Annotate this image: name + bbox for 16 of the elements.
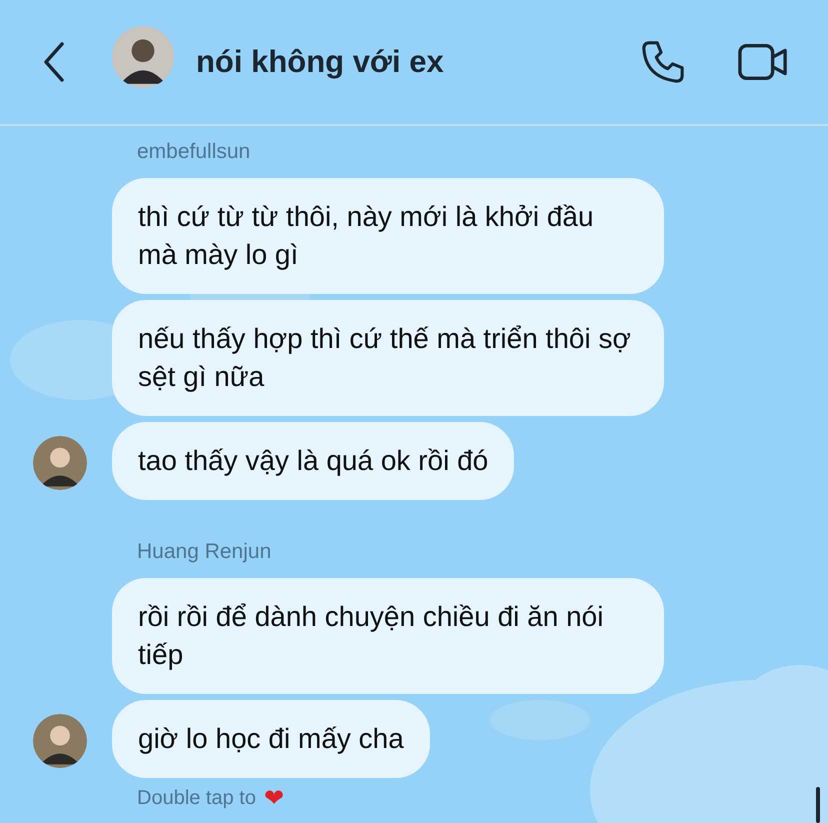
video-camera-icon[interactable] — [738, 42, 788, 82]
sender-name: embefullsun — [137, 140, 252, 164]
avatar — [33, 714, 87, 768]
avatar — [112, 26, 174, 88]
message-bubble[interactable]: thì cứ từ từ thôi, này mới là khởi đầu mà mày lo gì — [112, 178, 664, 294]
message-bubble[interactable]: rồi rồi để dành chuyện chiều đi ăn nói tiếp — [112, 578, 664, 694]
avatar — [33, 436, 87, 490]
phone-icon[interactable] — [640, 39, 686, 85]
back-icon[interactable] — [42, 42, 66, 82]
scrollbar — [816, 787, 820, 823]
message-bubble[interactable]: nếu thấy hợp thì cứ thế mà triển thôi sợ sệt gì nữa — [112, 300, 664, 416]
sender-name: Huang Renjun — [137, 540, 272, 564]
message-bubble[interactable]: tao thấy vậy là quá ok rồi đó — [112, 422, 514, 500]
chat-title: nói không với ex — [196, 44, 444, 80]
message-bubble[interactable]: giờ lo học đi mấy cha — [112, 700, 430, 778]
hint-text: Double tap to — [137, 786, 256, 810]
